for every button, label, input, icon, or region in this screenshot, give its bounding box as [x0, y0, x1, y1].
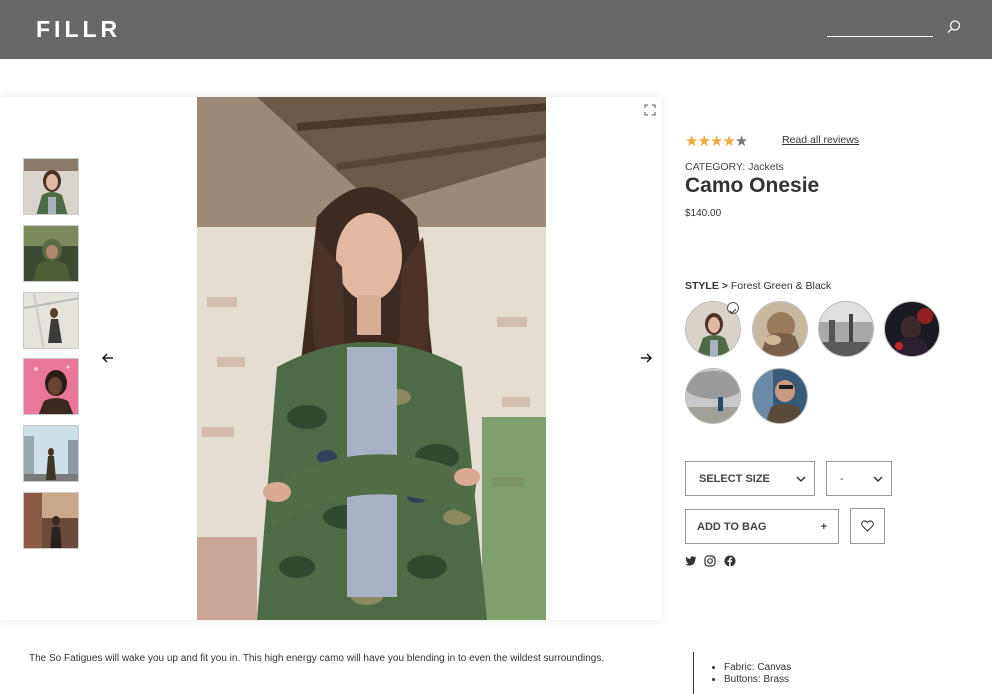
plus-icon: + [820, 520, 827, 533]
style-swatch-4[interactable] [884, 301, 940, 357]
search-input[interactable] [827, 36, 933, 37]
instagram-icon[interactable] [704, 555, 716, 567]
star-rating: ★★★★★ [685, 132, 748, 150]
add-to-bag-button[interactable]: ADD TO BAG + [685, 509, 839, 544]
arrow-right-icon[interactable] [638, 350, 654, 366]
quantity-select[interactable]: - [826, 461, 892, 496]
star-icon: ★ [722, 133, 735, 150]
thumbnail-1[interactable] [23, 158, 79, 215]
star-icon: ★ [734, 133, 748, 150]
star-icon: ★ [697, 133, 710, 150]
logo[interactable]: FILLR [36, 16, 121, 43]
style-label-value: Forest Green & Black [730, 280, 832, 292]
product-price: $140.00 [685, 208, 722, 219]
style-swatch-5[interactable] [685, 368, 741, 424]
search-icon[interactable] [946, 19, 962, 35]
read-reviews-link[interactable]: Read all reviews [782, 134, 859, 146]
top-header: FILLR [0, 0, 992, 59]
chevron-down-icon [796, 475, 806, 482]
section-divider [693, 652, 694, 694]
twitter-icon[interactable] [685, 555, 697, 567]
size-select-label: SELECT SIZE [699, 472, 770, 485]
style-swatch-2[interactable] [752, 301, 808, 357]
add-to-bag-label: ADD TO BAG [697, 520, 767, 533]
style-label-key: STYLE > [685, 280, 728, 292]
thumbnail-6[interactable] [23, 492, 79, 549]
style-swatch-3[interactable] [818, 301, 874, 357]
style-label: STYLE > Forest Green & Black [685, 280, 831, 292]
product-specs: Fabric: Canvas Buttons: Brass [724, 662, 791, 686]
thumbnail-5[interactable] [23, 425, 79, 482]
size-select[interactable]: SELECT SIZE [685, 461, 815, 496]
spec-item: Fabric: Canvas [724, 662, 791, 674]
star-icon: ★ [709, 133, 723, 150]
thumbnail-3[interactable] [23, 292, 79, 349]
selected-check-icon [727, 302, 739, 314]
thumbnail-4[interactable] [23, 358, 79, 415]
product-category: CATEGORY: Jackets [685, 161, 784, 173]
main-product-image [197, 97, 546, 620]
thumbnail-2[interactable] [23, 225, 79, 282]
facebook-icon[interactable] [724, 555, 736, 567]
wishlist-button[interactable] [850, 508, 885, 544]
style-swatch-6[interactable] [752, 368, 808, 424]
spec-item: Buttons: Brass [724, 674, 791, 686]
chevron-down-icon [873, 475, 883, 482]
quantity-select-value: - [840, 472, 844, 485]
expand-icon[interactable] [644, 104, 656, 116]
star-icon: ★ [685, 133, 698, 150]
heart-icon [861, 520, 874, 532]
product-description: The So Fatigues will wake you up and fit… [29, 653, 605, 664]
product-title: Camo Onesie [685, 174, 820, 197]
arrow-left-icon[interactable] [100, 350, 116, 366]
